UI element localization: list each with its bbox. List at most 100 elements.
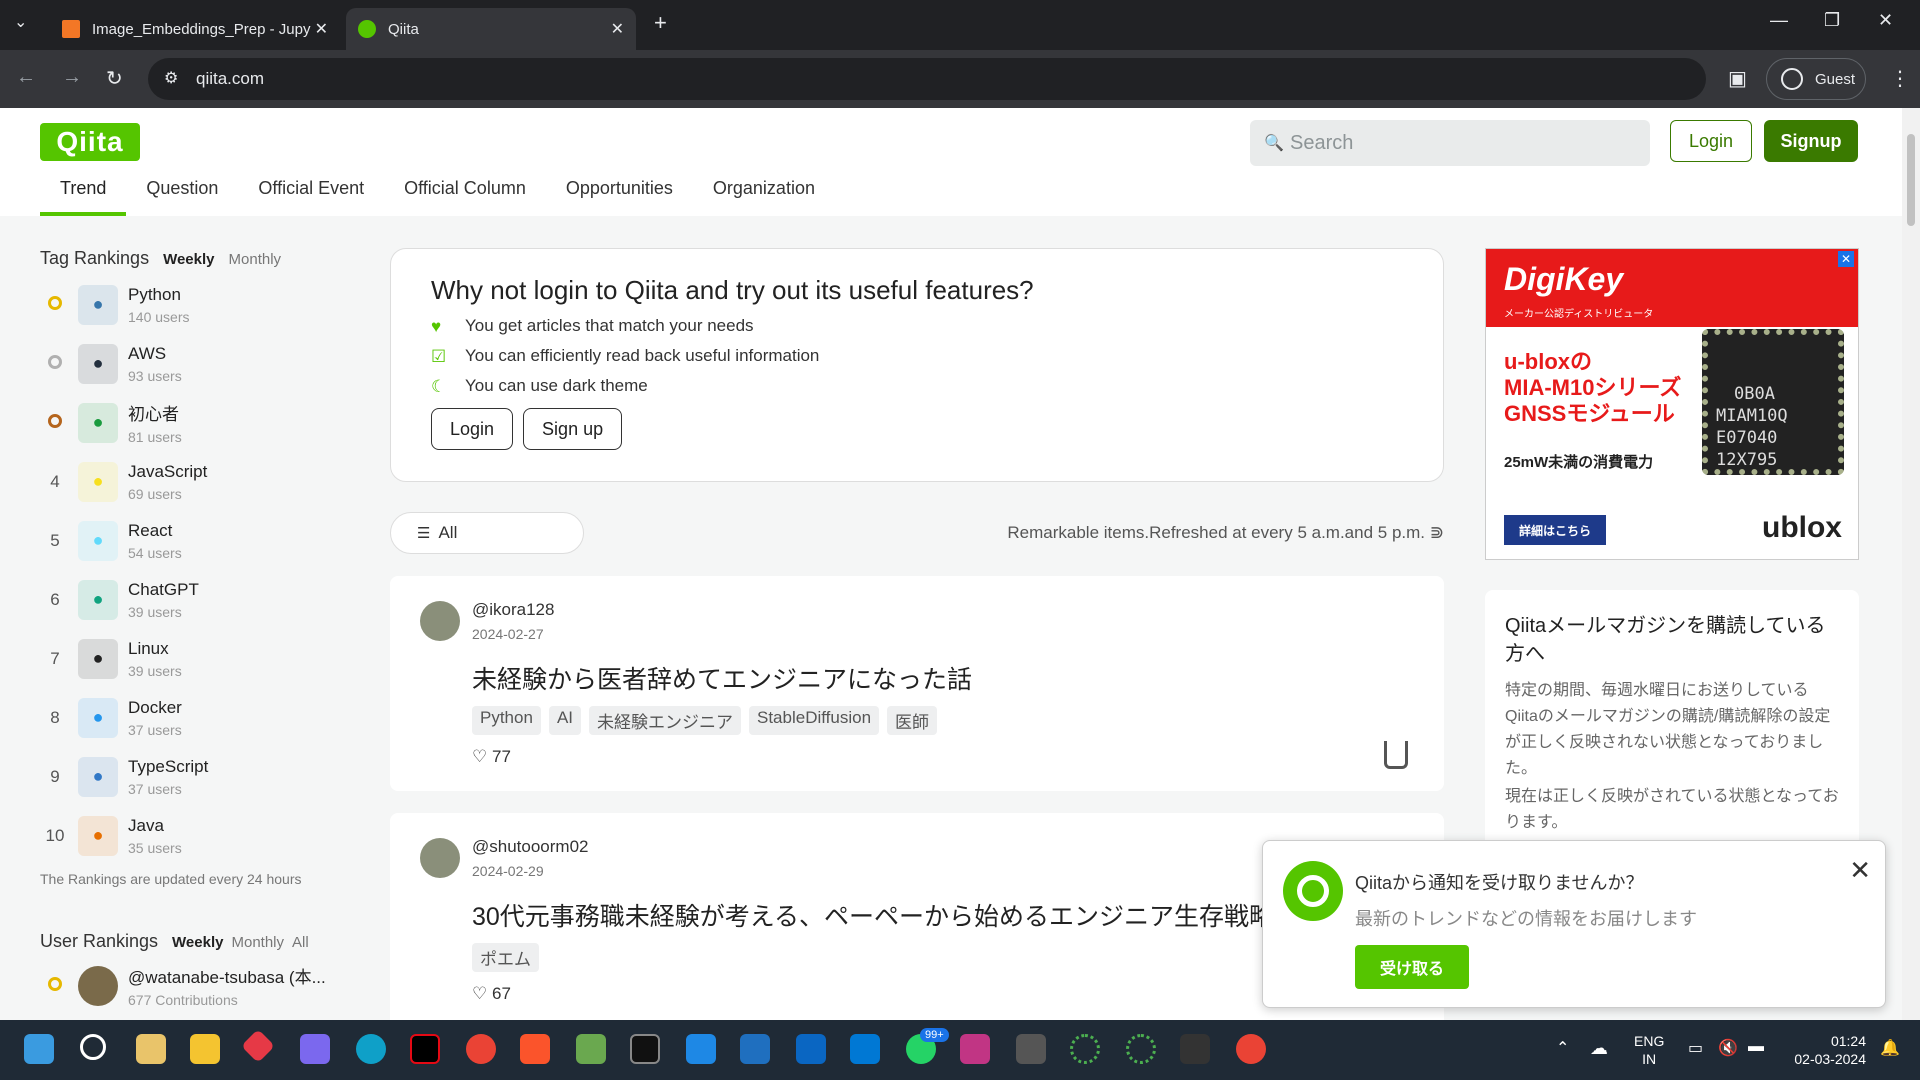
widgets-icon[interactable] <box>136 1034 166 1064</box>
close-window-icon[interactable]: ✕ <box>1878 10 1893 31</box>
tag-users: 140 users <box>128 308 190 325</box>
tab-search-icon[interactable]: ⌄ <box>14 12 27 32</box>
scrollbar-thumb[interactable] <box>1907 134 1915 226</box>
mute-icon[interactable]: 🔇 <box>1718 1038 1738 1058</box>
language-indicator[interactable]: ENG IN <box>1634 1032 1664 1068</box>
medal-icon <box>40 354 70 374</box>
reload-icon[interactable]: ↻ <box>106 66 123 91</box>
weekly-toggle[interactable]: Weekly <box>163 251 214 268</box>
advertisement[interactable]: DigiKey メーカー公認ディストリビュータ u-bloxの MIA-M10シ… <box>1485 248 1859 560</box>
app-icon[interactable] <box>1070 1034 1100 1064</box>
site-info-icon[interactable]: ⚙ <box>164 68 178 88</box>
monthly-toggle[interactable]: Monthly <box>229 251 282 268</box>
terminal-icon[interactable] <box>1180 1034 1210 1064</box>
start-icon[interactable] <box>24 1034 54 1064</box>
article-title[interactable]: 未経験から医者辞めてエンジニアになった話 <box>472 660 1414 696</box>
article-tag[interactable]: AI <box>548 706 581 735</box>
article-tag[interactable]: Python <box>472 706 541 735</box>
cloud-icon[interactable]: ☁ <box>1590 1038 1608 1059</box>
chevron-up-icon[interactable]: ⌃ <box>1556 1038 1569 1058</box>
battery-icon[interactable]: ▬ <box>1748 1038 1764 1056</box>
article-tag[interactable]: StableDiffusion <box>749 706 880 735</box>
stock-icon[interactable] <box>1384 741 1408 769</box>
tag-ranking-item[interactable]: 8 ● Docker 37 users <box>40 688 350 747</box>
forward-icon[interactable]: → <box>62 66 82 89</box>
tag-ranking-item[interactable]: 10 ● Java 35 users <box>40 806 350 865</box>
tab-official-column[interactable]: Official Column <box>384 178 546 216</box>
tab-trend[interactable]: Trend <box>40 178 127 216</box>
heart-outline-icon[interactable]: ♡ <box>472 984 487 1003</box>
tag-ranking-item[interactable]: ● AWS 93 users <box>40 334 350 393</box>
app-icon[interactable] <box>1016 1034 1046 1064</box>
menu-kebab-icon[interactable]: ⋮ <box>1890 66 1910 91</box>
brave-icon[interactable] <box>520 1034 550 1064</box>
article-tag[interactable]: 医師 <box>887 706 938 735</box>
network-icon[interactable]: ▭ <box>1688 1038 1703 1058</box>
prime-video-icon[interactable] <box>740 1034 770 1064</box>
address-bar[interactable]: ⚙ qiita.com <box>148 58 1706 100</box>
qiita-logo[interactable]: Qiita <box>40 123 140 161</box>
tag-ranking-item[interactable]: 6 ● ChatGPT 39 users <box>40 570 350 629</box>
tag-ranking-item[interactable]: 5 ● React 54 users <box>40 511 350 570</box>
signup-button[interactable]: Signup <box>1764 120 1858 162</box>
tag-ranking-item[interactable]: 7 ● Linux 39 users <box>40 629 350 688</box>
accept-notification-button[interactable]: 受け取る <box>1355 945 1469 989</box>
tab-opportunities[interactable]: Opportunities <box>546 178 693 216</box>
article-author[interactable]: @ikora128 2024-02-27 <box>420 600 1414 642</box>
chip-text: E07040 <box>1716 428 1778 448</box>
search-placeholder: Search <box>1290 131 1354 154</box>
close-notification-icon[interactable]: ✕ <box>1849 855 1871 886</box>
browser-tab-jupyter[interactable]: Image_Embeddings_Prep - Jupy ✕ <box>50 8 340 50</box>
close-tab-icon[interactable]: ✕ <box>611 19 624 39</box>
tag-ranking-item[interactable]: ● 初心者 81 users <box>40 393 350 452</box>
maximize-icon[interactable]: ❐ <box>1824 10 1840 31</box>
app-icon[interactable] <box>241 1029 275 1063</box>
ad-detail-button[interactable]: 詳細はこちら <box>1504 515 1606 545</box>
ad-close-icon[interactable]: ✕ <box>1838 251 1854 267</box>
back-icon[interactable]: ← <box>16 66 36 89</box>
profile-button[interactable]: Guest <box>1766 58 1866 100</box>
outlook-icon[interactable] <box>796 1034 826 1064</box>
new-tab-icon[interactable]: + <box>654 10 667 36</box>
rss-icon[interactable]: ⋑ <box>1430 523 1444 542</box>
article-tag[interactable]: 未経験エンジニア <box>589 706 741 735</box>
app-icon[interactable] <box>686 1034 716 1064</box>
app-icon[interactable] <box>300 1034 330 1064</box>
terminal-icon[interactable] <box>630 1034 660 1064</box>
app-icon[interactable] <box>576 1034 606 1064</box>
user-ranking-item[interactable]: @watanabe-tsubasa (本... 677 Contribution… <box>40 956 350 1015</box>
netflix-icon[interactable] <box>410 1034 440 1064</box>
promo-signup-button[interactable]: Sign up <box>523 408 623 450</box>
article-tag[interactable]: ポエム <box>472 943 539 972</box>
browser-tab-qiita[interactable]: Qiita ✕ <box>346 8 636 50</box>
tag-ranking-item[interactable]: 9 ● TypeScript 37 users <box>40 747 350 806</box>
user-monthly-toggle[interactable]: Monthly <box>231 934 284 951</box>
app-icon[interactable] <box>1126 1034 1156 1064</box>
heart-outline-icon[interactable]: ♡ <box>472 747 487 766</box>
instagram-icon[interactable] <box>960 1034 990 1064</box>
tag-ranking-item[interactable]: ● Python 140 users <box>40 275 350 334</box>
clock[interactable]: 01:24 02-03-2024 <box>1790 1032 1866 1068</box>
user-all-toggle[interactable]: All <box>292 934 309 951</box>
chrome-active-icon[interactable] <box>1236 1034 1266 1064</box>
filter-all-button[interactable]: ☰ All <box>390 512 584 554</box>
close-tab-icon[interactable]: ✕ <box>315 19 328 39</box>
tab-organization[interactable]: Organization <box>693 178 835 216</box>
chrome-icon[interactable] <box>466 1034 496 1064</box>
search-taskbar-icon[interactable] <box>80 1034 106 1060</box>
tab-question[interactable]: Question <box>126 178 238 216</box>
tab-official-event[interactable]: Official Event <box>238 178 384 216</box>
login-button[interactable]: Login <box>1670 120 1752 162</box>
bell-icon[interactable]: 🔔 <box>1880 1038 1900 1058</box>
vscode-icon[interactable] <box>850 1034 880 1064</box>
promo-login-button[interactable]: Login <box>431 408 514 450</box>
tag-ranking-item[interactable]: 4 ● JavaScript 69 users <box>40 452 350 511</box>
user-weekly-toggle[interactable]: Weekly <box>172 934 223 951</box>
page-scrollbar[interactable] <box>1902 108 1920 1020</box>
file-explorer-icon[interactable] <box>190 1034 220 1064</box>
side-panel-icon[interactable]: ▣ <box>1728 66 1747 91</box>
article-card[interactable]: @ikora128 2024-02-27 未経験から医者辞めてエンジニアになった話 P… <box>390 576 1444 791</box>
search-input[interactable]: 🔍 Search <box>1250 120 1650 166</box>
minimize-icon[interactable]: — <box>1770 10 1788 31</box>
edge-icon[interactable] <box>356 1034 386 1064</box>
